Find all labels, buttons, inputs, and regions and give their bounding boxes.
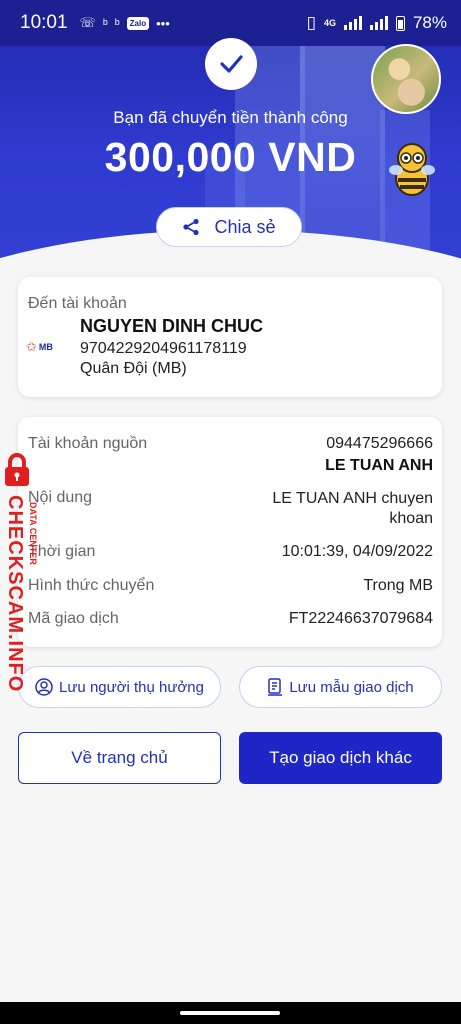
content-value-line2: khoan	[389, 510, 433, 527]
recipient-avatar	[371, 44, 441, 114]
recipient-card: Đến tài khoản ✩ MB NGUYEN DINH CHUC 97042…	[18, 277, 442, 397]
vibrate-icon: ▯	[306, 13, 316, 32]
save-recipient-button[interactable]: Lưu người thụ hưởng	[18, 666, 221, 708]
success-check-icon	[205, 38, 257, 90]
lock-icon	[5, 453, 29, 486]
source-account-number: 094475296666	[326, 435, 433, 452]
bank-logo-text: MB	[38, 342, 53, 352]
signal-icon	[343, 16, 362, 30]
status-time: 10:01	[20, 12, 68, 33]
network-label: 4G	[323, 18, 336, 28]
source-account-row: Tài khoản nguồn 094475296666 LE TUAN ANH	[28, 435, 433, 475]
recipient-bank-name: Quân Đội (MB)	[80, 360, 187, 377]
recipient-name: NGUYEN DINH CHUC	[80, 316, 264, 336]
save-template-button[interactable]: Lưu mẫu giao dịch	[239, 666, 442, 708]
mb-bank-logo: ✩ MB	[26, 339, 53, 354]
transaction-id-value: FT22246637079684	[288, 610, 433, 627]
notification-icon: ᵇ	[102, 15, 108, 31]
transaction-id-label: Mã giao dịch	[28, 610, 119, 627]
method-value: Trong MB	[363, 577, 433, 594]
new-transaction-button[interactable]: Tạo giao dịch khác	[239, 732, 442, 784]
home-gesture-handle[interactable]	[180, 1011, 280, 1015]
signal-icon	[369, 16, 388, 30]
document-icon	[268, 678, 283, 696]
home-button[interactable]: Về trang chủ	[18, 732, 221, 784]
more-icon: •••	[156, 15, 170, 31]
transaction-details-card: Tài khoản nguồn 094475296666 LE TUAN ANH…	[18, 417, 442, 647]
time-value: 10:01:39, 04/09/2022	[281, 543, 433, 560]
share-button[interactable]: Chia sẻ	[156, 207, 302, 247]
recipient-account-number: 9704229204961178119	[80, 340, 247, 357]
battery-icon	[395, 15, 405, 31]
transaction-id-row: Mã giao dịch FT22246637079684	[28, 610, 433, 628]
source-account-label: Tài khoản nguồn	[28, 435, 148, 452]
share-icon	[183, 218, 200, 236]
notification-icon: ᵇ	[114, 15, 120, 31]
recipient-label: Đến tài khoản	[28, 295, 127, 312]
zalo-icon: Zalo	[126, 16, 150, 30]
mascot-bee-icon	[389, 143, 435, 196]
time-label: Thời gian	[28, 543, 96, 560]
battery-percent: 78%	[412, 13, 447, 32]
share-label: Chia sẻ	[214, 216, 276, 237]
content-row: Nội dung LE TUAN ANH chuyen khoan	[28, 489, 433, 529]
user-circle-icon	[35, 678, 53, 696]
missed-call-icon: ☏	[79, 15, 96, 30]
watermark-subtext: DATA CENTER	[28, 502, 38, 565]
content-value-line1: LE TUAN ANH chuyen	[272, 490, 433, 507]
time-row: Thời gian 10:01:39, 04/09/2022	[28, 543, 433, 561]
method-label: Hình thức chuyển	[28, 577, 155, 594]
save-template-label: Lưu mẫu giao dịch	[289, 678, 414, 696]
method-row: Hình thức chuyển Trong MB	[28, 577, 433, 595]
watermark-text: CHECKSCAM.INFO	[4, 495, 26, 693]
save-recipient-label: Lưu người thụ hưởng	[59, 678, 204, 696]
source-account-name: LE TUAN ANH	[325, 457, 433, 474]
system-nav-bar	[0, 1002, 461, 1024]
